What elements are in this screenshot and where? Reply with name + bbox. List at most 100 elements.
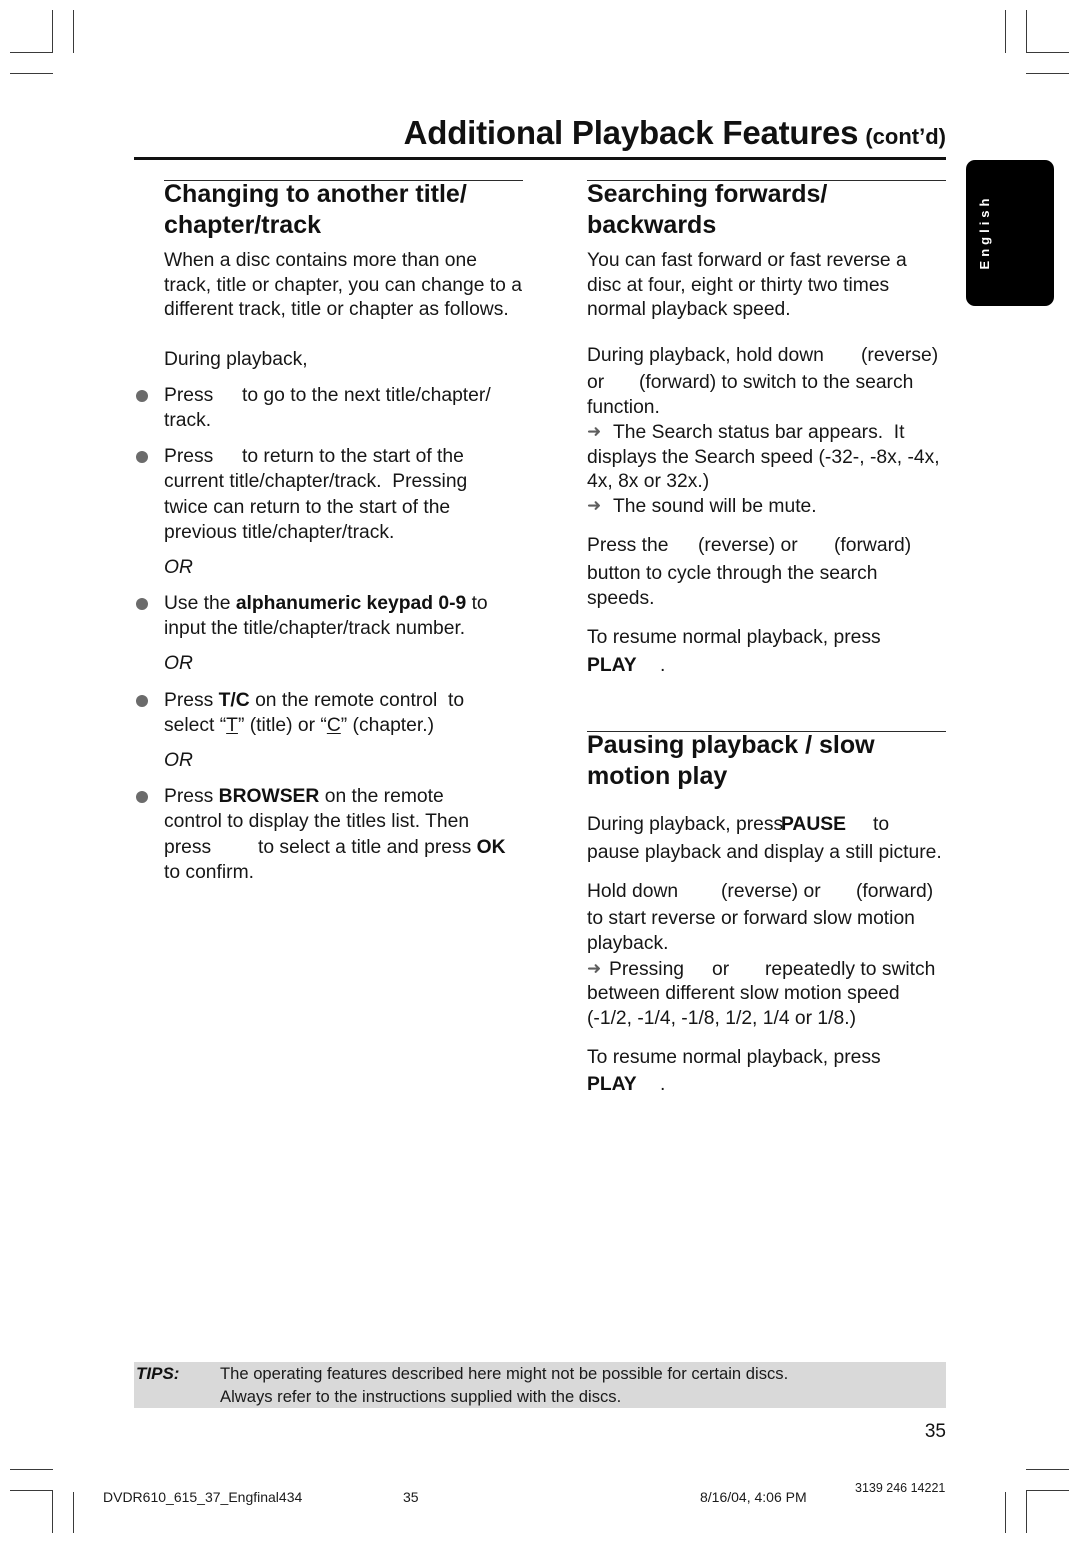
body-text: .: [660, 1074, 666, 1095]
manual-page: Additional Playback Features (cont’d) Eng…: [0, 0, 1080, 1544]
result-text: or: [712, 959, 730, 980]
crop-mark: [1026, 1490, 1028, 1533]
body-text: to: [873, 814, 890, 835]
key-label: BROWSER: [218, 786, 320, 807]
body-text: (reverse): [861, 345, 939, 366]
footer-timestamp: 8/16/04, 4:06 PM: [700, 1489, 807, 1505]
section-heading: Changing to another title/: [164, 180, 467, 208]
underlined-letter: T: [226, 715, 238, 736]
key-label: OK: [476, 837, 506, 858]
crop-mark: [1005, 1492, 1007, 1533]
tips-text: The operating features described here mi…: [220, 1364, 789, 1383]
result-text: The sound will be mute.: [613, 496, 817, 517]
bullet-line: Press BROWSER on the remote: [164, 784, 444, 809]
bullet-text: to go to the next title/chapter/: [242, 385, 491, 406]
or-separator: OR: [164, 750, 193, 771]
result-text: displays the Search speed (-32-, -8x, -4…: [587, 447, 940, 468]
result-arrow-icon: ➜: [587, 959, 602, 979]
crop-mark: [10, 52, 53, 54]
page-title-text: Additional Playback Features: [403, 114, 859, 151]
body-text: (forward) to switch to the search: [639, 372, 914, 393]
page-title-suffix: (cont’d): [865, 124, 946, 149]
body-text: speeds.: [587, 588, 655, 609]
bullet-text: on the remote: [319, 786, 444, 807]
or-separator: OR: [164, 557, 193, 578]
language-tab-label: English: [977, 194, 992, 270]
footer-code: 3139 246 14221: [855, 1481, 946, 1495]
bullet-marker: [136, 791, 148, 803]
key-label: PLAY: [587, 1074, 637, 1095]
result-text: Pressing: [609, 959, 685, 980]
bullet-text: track.: [164, 410, 212, 431]
crop-mark: [10, 1490, 53, 1492]
body-text: During playback, hold down: [587, 345, 824, 366]
section-heading: Searching forwards/: [587, 180, 828, 208]
crop-mark: [1026, 10, 1028, 53]
bullet-text: to confirm.: [164, 862, 255, 883]
result-arrow-icon: ➜: [587, 422, 602, 442]
bullet-line: select “T” (title) or “C” (chapter.): [164, 713, 434, 738]
bullet-text: current title/chapter/track. Pressing: [164, 471, 468, 492]
crop-mark: [52, 1490, 54, 1533]
bullet-text: press: [164, 837, 212, 858]
body-text: Press the: [587, 535, 669, 556]
body-text: playback.: [587, 933, 669, 954]
section-heading: backwards: [587, 211, 717, 239]
intro-text: You can fast forward or fast reverse a: [587, 250, 907, 271]
bullet-text: Press: [164, 690, 219, 711]
bullet-text: Press: [164, 786, 219, 807]
footer-page: 35: [403, 1489, 419, 1505]
result-text: repeatedly to switch: [765, 959, 936, 980]
body-text: button to cycle through the search: [587, 563, 878, 584]
crop-mark: [1026, 52, 1069, 54]
bullet-line: Press T/C on the remote control to: [164, 688, 464, 713]
body-text: pause playback and display a still pictu…: [587, 842, 942, 863]
bullet-text: to select a title and press: [258, 837, 477, 858]
bullet-text: Press: [164, 446, 214, 467]
section-heading: chapter/track: [164, 211, 322, 239]
or-separator: OR: [164, 653, 193, 674]
bullet-text: Press: [164, 385, 214, 406]
crop-mark: [1026, 1490, 1069, 1492]
intro-text: track, title or chapter, you can change …: [164, 275, 522, 296]
result-text: (-1/2, -1/4, -1/8, 1/2, 1/4 or 1/8.): [587, 1008, 856, 1029]
crop-mark: [52, 10, 54, 53]
bullet-text: to return to the start of the: [242, 446, 464, 467]
key-label: PAUSE: [781, 814, 846, 835]
during-playback-text: During playback,: [164, 349, 308, 370]
bullet-text: to: [466, 593, 488, 614]
body-text: function.: [587, 397, 660, 418]
tips-text: Always refer to the instructions supplie…: [220, 1387, 622, 1406]
bullet-marker: [136, 390, 148, 402]
body-text: (forward): [856, 881, 934, 902]
crop-mark: [10, 73, 53, 75]
result-text: 4x, 8x or 32x.): [587, 471, 710, 492]
crop-mark: [10, 1469, 53, 1471]
body-text: Hold down: [587, 881, 679, 902]
result-text: The Search status bar appears. It: [613, 422, 905, 443]
underlined-letter: C: [326, 715, 341, 736]
key-label: alphanumeric keypad 0-9: [235, 593, 467, 614]
body-text: During playback, press: [587, 814, 789, 835]
section-heading: motion play: [587, 762, 728, 790]
bullet-text: Use the: [164, 593, 236, 614]
intro-text: different track, title or chapter as fol…: [164, 299, 509, 320]
bullet-text: twice can return to the start of the: [164, 497, 451, 518]
tips-label: TIPS:: [136, 1364, 180, 1383]
key-label: PLAY: [587, 655, 637, 676]
body-text: (forward): [834, 535, 912, 556]
result-text: between different slow motion speed: [587, 983, 900, 1004]
bullet-text: input the title/chapter/track number.: [164, 618, 466, 639]
crop-mark: [73, 10, 75, 53]
resume-text: To resume normal playback, press: [587, 627, 881, 648]
bullet-text: previous title/chapter/track.: [164, 522, 395, 543]
bullet-marker: [136, 695, 148, 707]
page-title: Additional Playback Features (cont’d): [404, 113, 946, 160]
bullet-text: select “: [164, 715, 227, 736]
crop-mark: [1005, 10, 1007, 53]
crop-mark: [1026, 73, 1069, 75]
body-text: to start reverse or forward slow motion: [587, 908, 915, 929]
result-arrow-icon: ➜: [587, 496, 602, 516]
title-rule: [134, 157, 946, 160]
crop-mark: [73, 1492, 75, 1533]
